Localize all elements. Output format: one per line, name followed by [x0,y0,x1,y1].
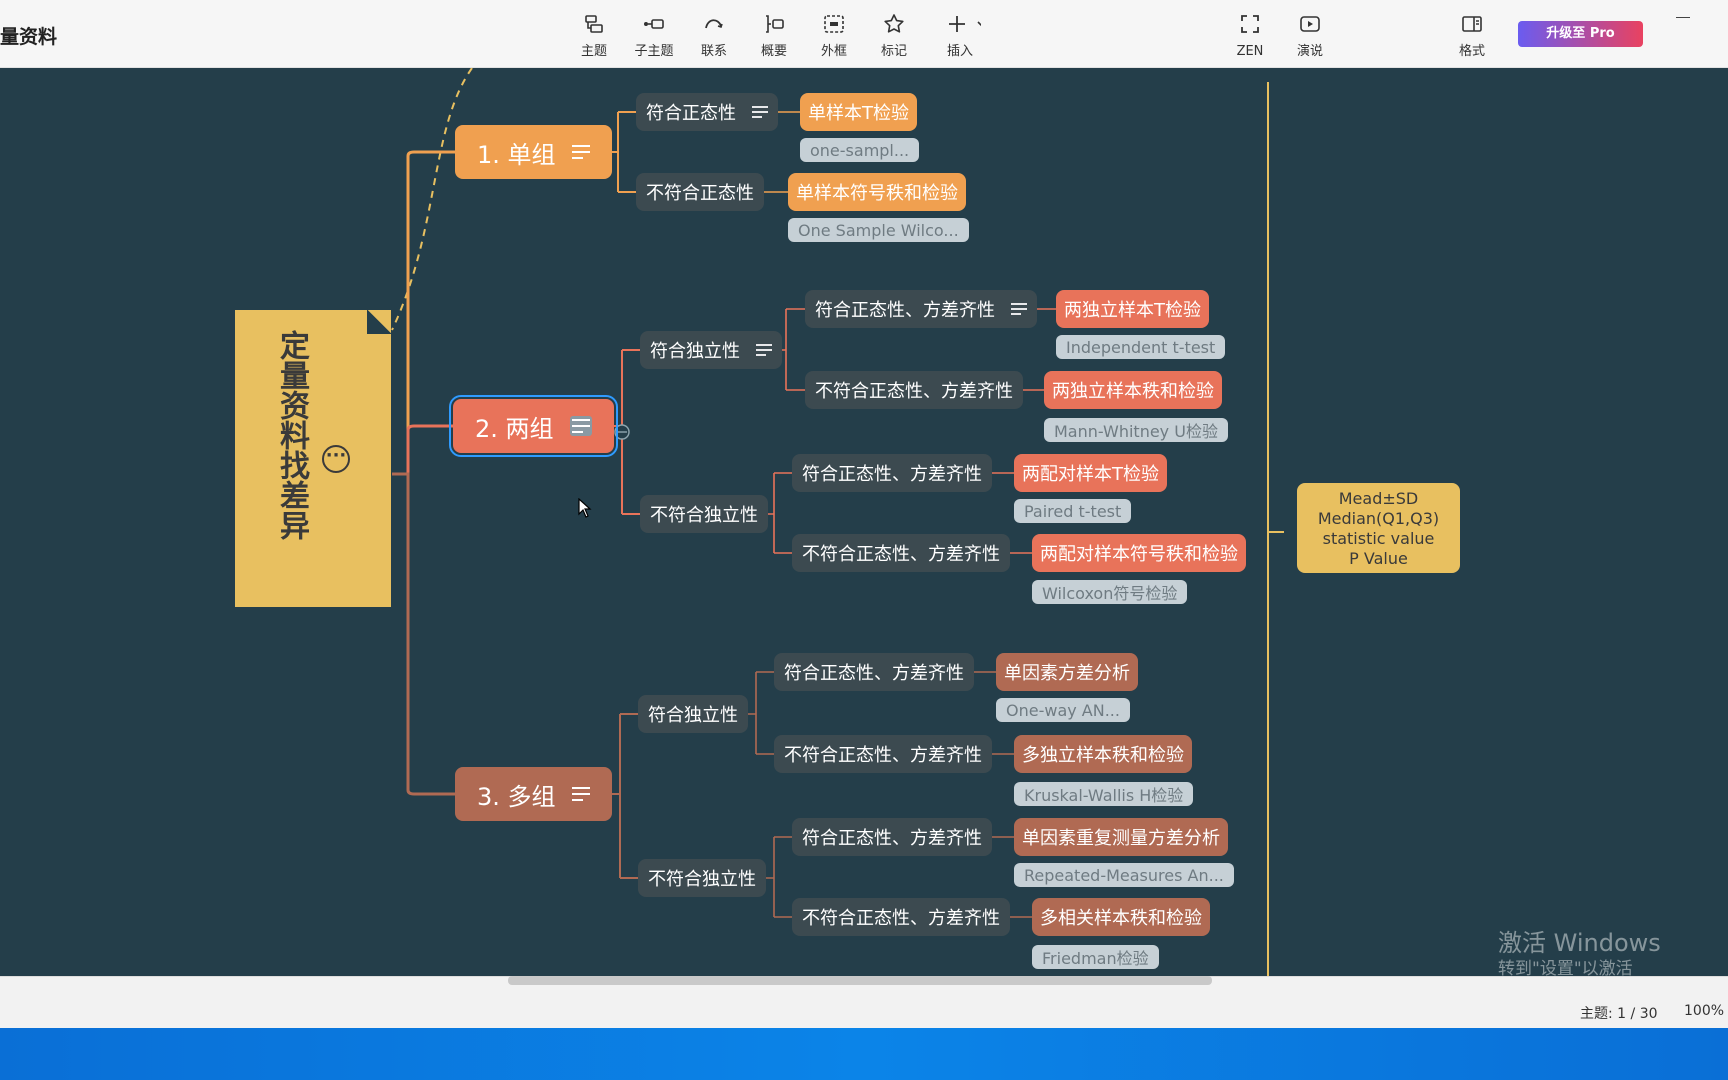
method-topic[interactable]: 两独立样本秩和检验 [1044,371,1222,409]
topic-icon [585,15,603,33]
document-title: 量资料 [0,26,58,48]
method-english-label[interactable]: One-way AN... [996,698,1130,722]
condition-label: 符合正态性 [646,103,736,124]
marker-label: 标记 [880,44,907,59]
zoom-level[interactable]: 100% [1684,1003,1724,1019]
plus-icon [949,16,981,32]
method-topic[interactable]: 两独立样本T检验 [1056,290,1209,328]
format-label: 格式 [1458,44,1485,59]
root-topic[interactable]: 定量资料找差异 ··· [235,310,391,607]
mindmap-canvas[interactable]: 定量资料找差异 ··· 1. 单组 2. 两组 3. 多组 符合正态性 单样本T… [0,68,1728,976]
group-label: 符合独立性 [650,341,740,362]
condition-topic[interactable]: 不符合正态性 [636,173,764,211]
notes-icon[interactable] [756,344,772,356]
summary-icon [766,15,784,33]
summary-topic[interactable]: Mead±SD Median(Q1,Q3) statistic value P … [1297,483,1460,573]
notes-icon[interactable] [752,106,768,118]
insert-button[interactable]: 插入 [930,10,990,62]
method-topic[interactable]: 单样本符号秩和检验 [788,173,966,211]
method-english-label[interactable]: Mann-Whitney U检验 [1044,418,1228,442]
notes-icon[interactable] [571,145,590,159]
summary-line: statistic value [1322,529,1435,548]
method-topic[interactable]: 单因素方差分析 [996,653,1138,691]
method-english-label[interactable]: Independent t-test [1056,335,1226,359]
condition-topic[interactable]: 符合正态性、方差齐性 [774,653,974,691]
condition-topic[interactable]: 符合正态性 [636,93,778,131]
zen-button[interactable]: ZEN [1220,10,1280,62]
watermark-title: 激活 Windows [1498,929,1661,957]
condition-topic[interactable]: 不符合正态性、方差齐性 [774,735,992,773]
group-topic[interactable]: 符合独立性 [638,695,748,733]
branch-label: 1. 单组 [477,140,556,169]
relationship-label: 联系 [700,44,727,59]
relationship-button[interactable]: 联系 [684,10,744,62]
boundary-icon [824,15,844,33]
zen-label: ZEN [1236,44,1264,59]
format-panel-icon [1462,16,1482,32]
boundary-button[interactable]: 外框 [804,10,864,62]
condition-label: 符合正态性、方差齐性 [815,300,995,321]
subtopic-label: 子主题 [634,44,674,59]
condition-topic[interactable]: 符合正态性、方差齐性 [805,290,1037,328]
format-button[interactable]: 格式 [1442,10,1502,62]
summary-line: Mead±SD [1338,489,1419,508]
group-topic[interactable]: 符合独立性 [640,331,782,369]
notes-icon[interactable] [571,787,590,801]
method-topic[interactable]: 单样本T检验 [800,93,917,131]
more-options-icon[interactable]: ··· [322,445,350,473]
root-topic-label: 定量资料找差异 [274,330,309,540]
zen-icon [1241,15,1259,33]
branch-topic-multi-groups[interactable]: 3. 多组 [455,767,612,821]
present-label: 演说 [1296,44,1323,59]
branch-topic-single-group[interactable]: 1. 单组 [455,125,612,179]
top-toolbar: 量资料 主题 子主题 联系 概要 外框 标记 插入 ZEN 演说 格式 升级至 … [0,0,1728,68]
summary-button[interactable]: 概要 [744,10,804,62]
method-topic[interactable]: 两配对样本T检验 [1014,454,1167,492]
method-topic[interactable]: 多独立样本秩和检验 [1014,735,1192,773]
relationship-icon [705,19,723,29]
subtopic-icon [644,19,664,29]
method-english-label[interactable]: Paired t-test [1014,499,1132,523]
topic-label: 主题 [580,44,607,59]
method-english-label[interactable]: Repeated-Measures An... [1014,863,1234,887]
upgrade-pro-button[interactable]: 升级至 Pro [1518,21,1643,47]
boundary-label: 外框 [820,44,847,59]
summary-line: Median(Q1,Q3) [1317,509,1440,528]
condition-topic[interactable]: 符合正态性、方差齐性 [792,454,992,492]
branch-label: 2. 两组 [475,414,554,443]
branch-topic-two-groups[interactable]: 2. 两组 [449,395,618,457]
notes-icon[interactable] [1011,303,1027,315]
topic-button[interactable]: 主题 [564,10,624,62]
condition-topic[interactable]: 不符合正态性、方差齐性 [805,371,1023,409]
method-english-label[interactable]: one-sampl... [800,138,920,162]
branch-label: 3. 多组 [477,782,556,811]
notes-icon[interactable] [569,416,592,436]
method-topic[interactable]: 单因素重复测量方差分析 [1014,818,1228,856]
minimize-window-button[interactable] [1676,6,1690,18]
insert-label: 插入 [946,44,973,59]
topic-count: 主题: 1 / 30 [1580,1006,1658,1022]
method-topic[interactable]: 多相关样本秩和检验 [1032,898,1210,936]
subtopic-button[interactable]: 子主题 [624,10,684,62]
method-english-label[interactable]: Wilcoxon符号检验 [1032,580,1188,604]
marker-button[interactable]: 标记 [864,10,924,62]
present-icon [1300,16,1320,32]
summary-line: P Value [1349,549,1408,568]
method-english-label[interactable]: Friedman检验 [1032,945,1159,969]
present-button[interactable]: 演说 [1280,10,1340,62]
star-icon [884,14,904,33]
condition-topic[interactable]: 符合正态性、方差齐性 [792,818,992,856]
method-topic[interactable]: 两配对样本符号秩和检验 [1032,534,1246,572]
group-topic[interactable]: 不符合独立性 [640,495,768,533]
method-english-label[interactable]: One Sample Wilco... [788,218,969,242]
page-fold-icon [367,310,391,334]
condition-topic[interactable]: 不符合正态性、方差齐性 [792,534,1010,572]
horizontal-scrollbar[interactable] [508,976,1212,985]
group-topic[interactable]: 不符合独立性 [638,859,766,897]
windows-taskbar [0,1028,1728,1080]
summary-label: 概要 [760,44,787,59]
method-english-label[interactable]: Kruskal-Wallis H检验 [1014,782,1194,806]
condition-topic[interactable]: 不符合正态性、方差齐性 [792,898,1010,936]
mouse-cursor-icon [578,498,592,518]
